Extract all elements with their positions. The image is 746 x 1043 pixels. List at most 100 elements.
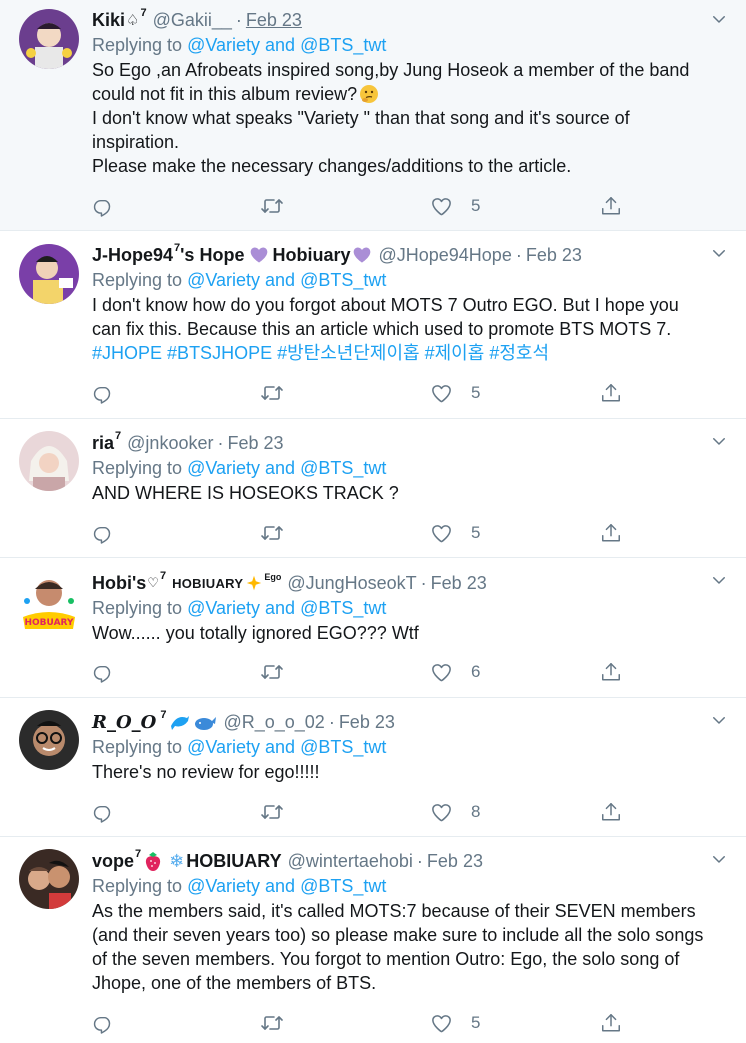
replying-to: Replying to @Variety and @BTS_twt — [92, 595, 706, 621]
like-button[interactable]: 8 — [430, 800, 480, 824]
tweet-line: Please make the necessary changes/additi… — [92, 156, 572, 176]
like-button[interactable]: 5 — [430, 521, 480, 545]
thinking-face-icon — [360, 84, 379, 103]
hashtag-link[interactable]: #제이홉 — [425, 343, 485, 363]
share-button[interactable] — [600, 381, 622, 405]
tweet-item[interactable]: R_O_O 7 @R_o_o_02 · Feb 23 Replying to @… — [0, 698, 746, 837]
avatar[interactable] — [19, 849, 79, 909]
tweet-item[interactable]: HOBUARY Hobi's ♡ 7 HOBIUARY Ego @JungHos… — [0, 558, 746, 698]
timestamp[interactable]: Feb 23 — [246, 10, 302, 31]
reply-icon — [92, 382, 114, 404]
retweet-icon — [260, 381, 284, 405]
tweet-item[interactable]: ria 7 @jnkooker · Feb 23 Replying to @Va… — [0, 419, 746, 558]
reply-targets-link[interactable]: @Variety and @BTS_twt — [187, 876, 386, 896]
like-button[interactable]: 5 — [430, 381, 480, 405]
reply-targets-link[interactable]: @Variety and @BTS_twt — [187, 598, 386, 618]
like-button[interactable]: 5 — [430, 1011, 480, 1035]
tweet-line: There's no review for ego!!!!! — [92, 762, 320, 782]
share-button[interactable] — [600, 521, 622, 545]
reply-icon — [92, 1012, 114, 1034]
chevron-down-icon[interactable] — [710, 711, 728, 729]
timestamp[interactable]: Feb 23 — [427, 851, 483, 872]
reply-button[interactable] — [92, 1011, 114, 1035]
handle[interactable]: @R_o_o_02 — [223, 712, 324, 733]
share-button[interactable] — [600, 660, 622, 684]
reply-button[interactable] — [92, 381, 114, 405]
tweet-item[interactable]: Kiki ♤ 7 @Gakii__ · Feb 23 Replying to @… — [0, 0, 746, 231]
retweet-button[interactable] — [260, 1011, 284, 1035]
display-name[interactable]: Kiki — [92, 10, 125, 31]
timestamp[interactable]: Feb 23 — [431, 573, 487, 594]
separator-dot: · — [420, 572, 427, 593]
handle[interactable]: @jnkooker — [127, 433, 213, 454]
handle[interactable]: @wintertaehobi — [288, 851, 413, 872]
display-name-sup: 7 — [160, 709, 167, 721]
like-icon — [430, 522, 453, 545]
retweet-button[interactable] — [260, 800, 284, 824]
hashtag-link[interactable]: #정호석 — [489, 343, 549, 363]
retweet-button[interactable] — [260, 521, 284, 545]
hashtag-link[interactable]: #방탄소년단제이홉 — [277, 343, 420, 363]
hashtag-link[interactable]: #JHOPE — [92, 343, 162, 363]
timestamp[interactable]: Feb 23 — [227, 433, 283, 454]
like-button[interactable]: 5 — [430, 194, 480, 218]
like-count: 5 — [471, 1013, 481, 1032]
reply-feed: Kiki ♤ 7 @Gakii__ · Feb 23 Replying to @… — [0, 0, 746, 1043]
handle[interactable]: @Gakii__ — [153, 10, 232, 31]
handle[interactable]: @JungHoseokT — [287, 573, 416, 594]
retweet-button[interactable] — [260, 660, 284, 684]
chevron-down-icon[interactable] — [710, 244, 728, 262]
display-name[interactable]: ria — [92, 433, 114, 454]
handle[interactable]: @JHope94Hope — [378, 245, 511, 266]
share-icon — [600, 522, 622, 544]
reply-targets-link[interactable]: @Variety and @BTS_twt — [187, 458, 386, 478]
share-icon — [600, 1012, 622, 1034]
avatar[interactable] — [19, 244, 79, 304]
reply-button[interactable] — [92, 800, 114, 824]
timestamp[interactable]: Feb 23 — [339, 712, 395, 733]
replying-label: Replying to — [92, 876, 183, 896]
display-name[interactable]: R_O_O — [92, 712, 156, 733]
replying-to: Replying to @Variety and @BTS_twt — [92, 32, 706, 58]
avatar[interactable] — [19, 710, 79, 770]
reply-targets-link[interactable]: @Variety and @BTS_twt — [187, 737, 386, 757]
chevron-down-icon[interactable] — [710, 432, 728, 450]
replying-to: Replying to @Variety and @BTS_twt — [92, 267, 706, 293]
tweet-item[interactable]: J-Hope94 7 's Hope Hobiuary @JHope94Hope… — [0, 231, 746, 419]
replying-label: Replying to — [92, 35, 183, 55]
reply-targets-link[interactable]: @Variety and @BTS_twt — [187, 35, 386, 55]
replying-label: Replying to — [92, 737, 183, 757]
share-button[interactable] — [600, 1011, 622, 1035]
dolphin-icon — [171, 716, 190, 730]
retweet-button[interactable] — [260, 194, 284, 218]
tweet-line: So Ego ,an Afrobeats inspired song,by Ju… — [92, 60, 690, 80]
chevron-down-icon[interactable] — [710, 850, 728, 868]
retweet-button[interactable] — [260, 381, 284, 405]
share-button[interactable] — [600, 800, 622, 824]
avatar[interactable] — [19, 9, 79, 69]
display-name[interactable]: vope — [92, 851, 134, 872]
display-name[interactable]: J-Hope94 — [92, 245, 173, 266]
share-button[interactable] — [600, 194, 622, 218]
avatar[interactable]: HOBUARY — [19, 571, 79, 631]
tweet-item[interactable]: vope 7 ❄ HOBIUARY @wintertaehobi · Feb 2… — [0, 837, 746, 1043]
like-button[interactable]: 6 — [430, 660, 480, 684]
reply-button[interactable] — [92, 521, 114, 545]
tweet-actions: 5 — [92, 381, 632, 405]
hashtag-link[interactable]: #BTSJHOPE — [167, 343, 272, 363]
timestamp[interactable]: Feb 23 — [526, 245, 582, 266]
reply-targets-link[interactable]: @Variety and @BTS_twt — [187, 270, 386, 290]
tweet-line: Jhope, one of the members of BTS. — [92, 973, 377, 993]
svg-text:HOBUARY: HOBUARY — [25, 618, 74, 628]
reply-button[interactable] — [92, 194, 114, 218]
like-count: 8 — [471, 802, 481, 821]
display-name[interactable]: Hobi's — [92, 573, 146, 594]
chevron-down-icon[interactable] — [710, 10, 728, 28]
like-icon — [430, 1012, 453, 1035]
chevron-down-icon[interactable] — [710, 571, 728, 589]
avatar[interactable] — [19, 431, 79, 491]
display-name-sup: 7 — [115, 430, 122, 442]
retweet-icon — [260, 194, 284, 218]
reply-button[interactable] — [92, 660, 114, 684]
tweet-text: Wow...... you totally ignored EGO??? Wtf — [92, 621, 706, 645]
